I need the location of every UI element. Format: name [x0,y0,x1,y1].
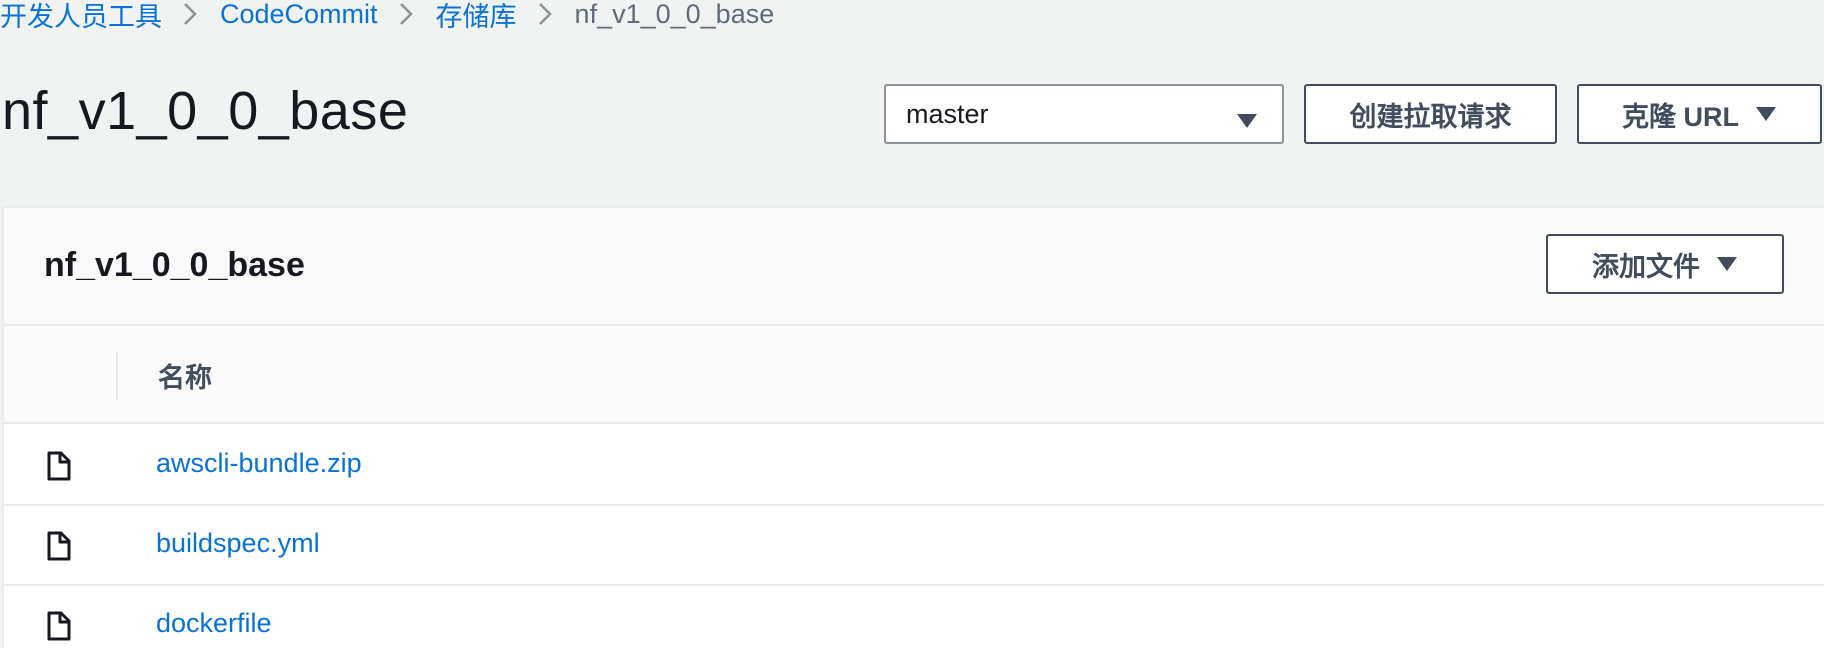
breadcrumb-codecommit[interactable]: CodeCommit [220,0,378,30]
clone-url-button[interactable]: 克隆 URL [1577,84,1822,144]
panel-title: nf_v1_0_0_base [44,246,305,284]
chevron-right-icon [378,0,436,32]
panel-header: nf_v1_0_0_base 添加文件 [4,208,1824,326]
add-file-button[interactable]: 添加文件 [1546,234,1784,294]
caret-down-icon [1236,106,1258,137]
chevron-right-icon [162,0,220,32]
file-link[interactable]: dockerfile [156,608,272,639]
page-title: nf_v1_0_0_base [2,81,409,141]
breadcrumb: 开发人员工具 CodeCommit 存储库 nf_v1_0_0_base [0,0,774,32]
file-link[interactable]: buildspec.yml [156,528,320,559]
page: 开发人员工具 CodeCommit 存储库 nf_v1_0_0_base nf_… [0,0,1824,648]
column-header-name[interactable]: 名称 [158,356,212,395]
table-row: awscli-bundle.zip [4,426,1824,506]
file-icon [46,610,72,647]
caret-down-icon [1755,99,1777,130]
clone-url-label: 克隆 URL [1622,101,1739,132]
branch-select-value: master [906,98,989,129]
file-icon [46,530,72,567]
chevron-right-icon [517,0,575,32]
caret-down-icon [1716,249,1738,280]
table-row: dockerfile [4,586,1824,648]
table-header: 名称 [4,326,1824,424]
breadcrumb-developer-tools[interactable]: 开发人员工具 [0,0,162,34]
file-icon [46,450,72,487]
create-pull-request-label: 创建拉取请求 [1349,101,1512,132]
create-pull-request-button[interactable]: 创建拉取请求 [1304,84,1557,144]
files-panel: nf_v1_0_0_base 添加文件 名称 awscli-bundle.zip… [2,206,1824,648]
breadcrumb-repositories[interactable]: 存储库 [436,0,517,34]
add-file-label: 添加文件 [1592,251,1700,282]
file-link[interactable]: awscli-bundle.zip [156,448,362,479]
branch-select[interactable]: master [884,84,1284,144]
table-row: buildspec.yml [4,506,1824,586]
column-divider [116,352,118,400]
breadcrumb-current-repo: nf_v1_0_0_base [574,0,775,29]
